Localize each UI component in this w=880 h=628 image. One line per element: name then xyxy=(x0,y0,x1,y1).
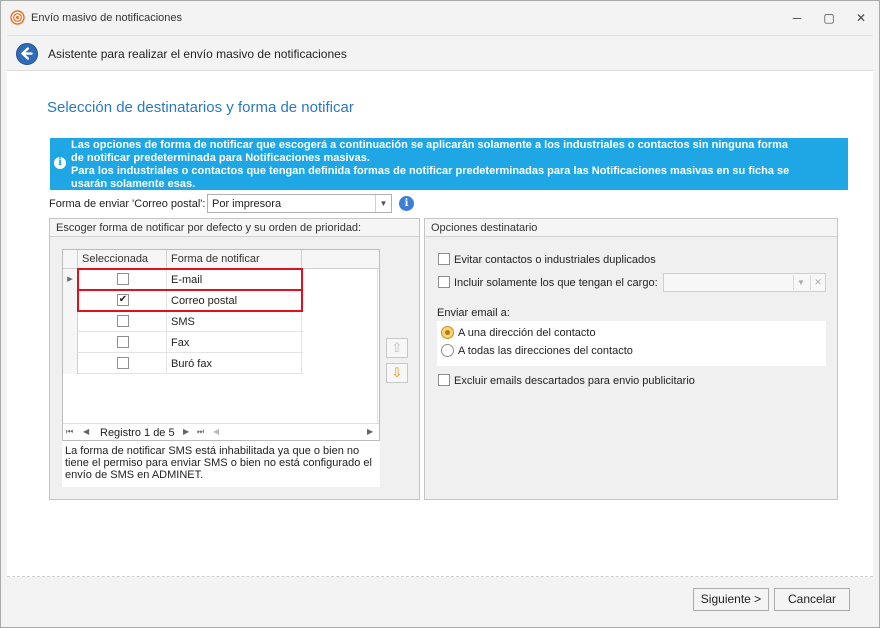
row-checkbox[interactable] xyxy=(117,336,129,348)
chevron-down-icon[interactable]: ▼ xyxy=(375,195,391,212)
wizard-title: Asistente para realizar el envío masivo … xyxy=(48,47,347,61)
column-header-form[interactable]: Forma de notificar xyxy=(167,250,302,269)
radio-one-address-label: A una dirección del contacto xyxy=(458,327,596,339)
info-icon: i xyxy=(54,157,66,169)
chevron-down-icon[interactable]: ▼ xyxy=(793,275,808,290)
wizard-footer: Siguiente > Cancelar xyxy=(7,577,873,623)
sms-note: La forma de notificar SMS está inhabilit… xyxy=(62,441,380,487)
record-navigator: ⏮ ◀ Registro 1 de 5 ▶ ⏭ ◀ ▶ xyxy=(63,423,379,440)
form-cell: SMS xyxy=(167,311,302,332)
move-up-button[interactable]: ⇧ xyxy=(386,338,408,358)
table-row[interactable]: Buró fax xyxy=(63,353,303,374)
send-email-options: A una dirección del contacto A todas las… xyxy=(437,321,826,366)
clear-icon[interactable]: ✕ xyxy=(810,275,825,290)
recipient-options-group: Opciones destinatario Evitar contactos o… xyxy=(424,218,838,500)
wizard-page: Selección de destinatarios y forma de no… xyxy=(7,71,873,577)
column-header-selected[interactable]: Seleccionada xyxy=(78,250,167,269)
banner-line: Para los industriales o contactos que te… xyxy=(71,165,790,177)
banner-line: de notificar predeterminada para Notific… xyxy=(71,152,370,164)
selected-cell xyxy=(78,311,167,332)
radio-one-address[interactable] xyxy=(441,326,454,339)
row-indicator xyxy=(63,332,78,353)
form-cell: Fax xyxy=(167,332,302,353)
next-record-icon[interactable]: ▶ xyxy=(183,427,189,436)
row-indicator xyxy=(63,353,78,374)
exclude-discarded-checkbox[interactable] xyxy=(438,374,450,386)
table-row[interactable]: Fax xyxy=(63,332,303,353)
avoid-duplicates-checkbox[interactable] xyxy=(438,253,450,265)
maximize-icon[interactable]: ▢ xyxy=(819,9,839,27)
highlight-box xyxy=(77,268,303,291)
cargo-select[interactable]: ▼ ✕ xyxy=(663,273,826,292)
info-icon[interactable]: i xyxy=(399,196,414,211)
selected-cell xyxy=(78,332,167,353)
page-title: Selección de destinatarios y forma de no… xyxy=(47,99,354,116)
only-cargo-checkbox[interactable] xyxy=(438,276,450,288)
row-checkbox[interactable] xyxy=(117,315,129,327)
arrow-left-icon xyxy=(21,47,33,60)
group-header: Escoger forma de notificar por defecto y… xyxy=(50,219,419,237)
radio-all-addresses[interactable] xyxy=(441,344,454,357)
minimize-icon[interactable]: ─ xyxy=(787,9,807,27)
scroll-left-icon[interactable]: ◀ xyxy=(213,427,219,436)
wizard-header: Asistente para realizar el envío masivo … xyxy=(7,35,873,71)
avoid-duplicates-label: Evitar contactos o industriales duplicad… xyxy=(454,254,656,266)
forma-enviar-value: Por impresora xyxy=(212,198,282,210)
selected-cell xyxy=(78,353,167,374)
last-record-icon[interactable]: ⏭ xyxy=(197,427,204,437)
forma-enviar-select[interactable]: Por impresora ▼ xyxy=(207,194,392,213)
table-row[interactable]: SMS xyxy=(63,311,303,332)
cancel-button[interactable]: Cancelar xyxy=(774,588,850,611)
window-title: Envío masivo de notificaciones xyxy=(31,12,183,24)
grid-divider xyxy=(377,269,378,440)
row-indicator-header xyxy=(63,250,78,269)
row-checkbox[interactable] xyxy=(117,357,129,369)
row-indicator xyxy=(63,311,78,332)
scroll-right-icon[interactable]: ▶ xyxy=(367,427,373,436)
notify-form-group: Escoger forma de notificar por defecto y… xyxy=(49,218,420,500)
prev-record-icon[interactable]: ◀ xyxy=(83,427,89,436)
main-window: Envío masivo de notificaciones ─ ▢ ✕ Asi… xyxy=(0,0,880,628)
info-banner: i Las opciones de forma de notificar que… xyxy=(50,138,848,190)
forma-enviar-label: Forma de enviar 'Correo postal': xyxy=(49,198,206,210)
title-bar[interactable]: Envío masivo de notificaciones ─ ▢ ✕ xyxy=(1,1,879,35)
grid-header: Seleccionada Forma de notificar xyxy=(63,250,379,269)
highlight-box xyxy=(77,289,303,312)
notify-form-grid: Seleccionada Forma de notificar ▶ E-mail… xyxy=(62,249,380,441)
next-button[interactable]: Siguiente > xyxy=(693,588,769,611)
banner-line: usarán solamente esas. xyxy=(71,178,196,190)
first-record-icon[interactable]: ⏮ xyxy=(66,427,73,437)
radio-all-addresses-label: A todas las direcciones del contacto xyxy=(458,345,633,357)
row-indicator xyxy=(63,290,78,311)
move-down-button[interactable]: ⇩ xyxy=(386,363,408,383)
only-cargo-label: Incluir solamente los que tengan el carg… xyxy=(454,277,658,289)
send-email-label: Enviar email a: xyxy=(437,307,510,319)
current-row-icon: ▶ xyxy=(63,269,78,290)
form-cell: Buró fax xyxy=(167,353,302,374)
banner-line: Las opciones de forma de notificar que e… xyxy=(71,139,789,151)
record-counter: Registro 1 de 5 xyxy=(100,427,175,439)
broadcast-icon xyxy=(10,10,25,25)
close-icon[interactable]: ✕ xyxy=(851,9,871,27)
exclude-discarded-label: Excluir emails descartados para envio pu… xyxy=(454,375,695,387)
back-button[interactable] xyxy=(16,43,38,65)
group-header: Opciones destinatario xyxy=(425,219,837,237)
